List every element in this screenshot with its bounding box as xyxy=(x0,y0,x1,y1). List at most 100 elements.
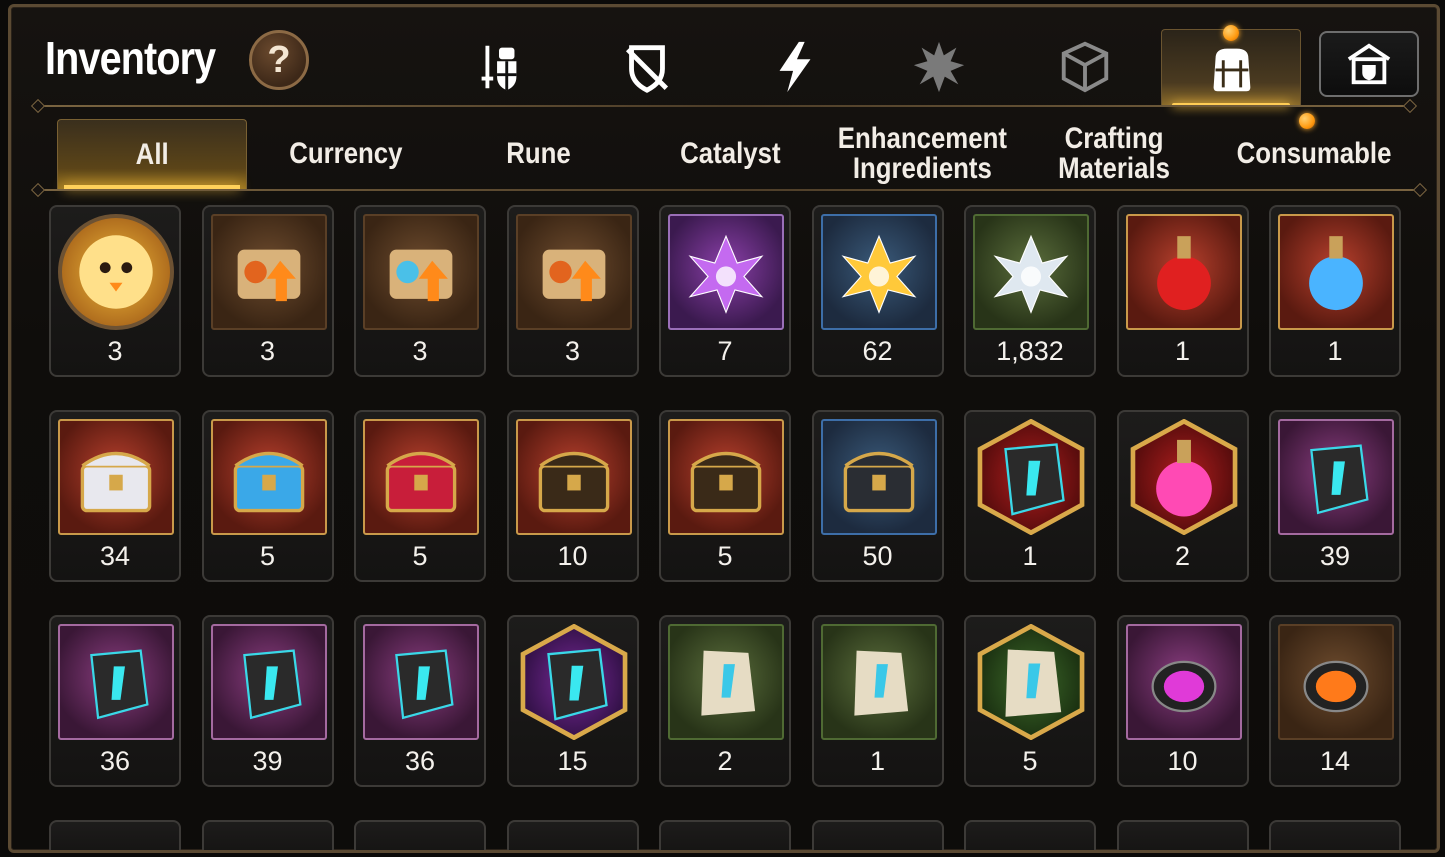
inventory-item-slot[interactable]: 34 xyxy=(49,410,181,582)
tab-label: Enhancement Ingredients xyxy=(837,122,1007,185)
tab-label: Rune xyxy=(505,137,571,170)
inventory-item-slot[interactable]: 39 xyxy=(1269,410,1401,582)
tab-dice[interactable] xyxy=(1015,29,1155,105)
inventory-item-slot[interactable]: 10 xyxy=(506,410,639,582)
inventory-item-slot[interactable] xyxy=(964,820,1096,850)
inventory-window: Inventory ? All Currency Rune Catalyst E… xyxy=(8,4,1440,853)
inventory-grid: 3 3 3 3 7 62 1,832 1 1 34 5 5 10 5 50 1 2 39 36 39 36 15 2 1 5 10… xyxy=(49,205,1409,850)
rainbow-scroll-upgrade-icon xyxy=(363,214,479,330)
purple-crystal-flower-icon xyxy=(668,214,784,330)
fire-scroll-upgrade-icon xyxy=(210,214,327,330)
tab-catalyst[interactable]: Catalyst xyxy=(635,119,825,189)
item-count: 15 xyxy=(557,746,588,776)
inventory-item-slot[interactable]: 7 xyxy=(659,205,791,377)
tab-crafting-materials[interactable]: Crafting Materials xyxy=(1019,119,1209,189)
sword-shield-icon xyxy=(481,45,517,91)
boot-rune-stone-icon xyxy=(363,624,479,740)
inventory-item-slot[interactable]: 36 xyxy=(354,615,486,787)
tab-rune[interactable]: Rune xyxy=(443,119,633,189)
inventory-item-slot[interactable]: 5 xyxy=(201,410,334,582)
chick-portrait-icon xyxy=(58,214,174,330)
red-box-icon xyxy=(363,419,479,535)
inventory-item-slot[interactable]: 2 xyxy=(659,615,791,787)
inventory-item-slot[interactable]: 10 xyxy=(1116,615,1249,787)
gold-crystal-flower-icon xyxy=(820,214,937,330)
tab-burst[interactable] xyxy=(869,29,1009,105)
inventory-item-slot[interactable] xyxy=(1269,820,1401,850)
inventory-item-slot[interactable] xyxy=(659,820,791,850)
inventory-item-slot[interactable]: 3 xyxy=(201,205,334,377)
tab-label: Catalyst xyxy=(679,137,781,170)
blue-chest-icon xyxy=(210,419,327,535)
item-count: 2 xyxy=(1174,541,1191,571)
white-chest-icon xyxy=(58,419,174,535)
inventory-item-slot[interactable]: 3 xyxy=(354,205,486,377)
item-count: 36 xyxy=(99,746,131,776)
red-potion-icon xyxy=(1125,214,1242,330)
star-rune-tablet-hex-icon xyxy=(973,624,1089,740)
inventory-item-slot[interactable] xyxy=(49,820,181,850)
inventory-item-slot[interactable]: 2 xyxy=(1116,410,1249,582)
red-rune-hex-icon xyxy=(973,419,1089,535)
item-count: 10 xyxy=(1167,746,1198,776)
inventory-item-slot[interactable]: 1 xyxy=(1269,205,1401,377)
tab-unequipped-gear[interactable] xyxy=(577,29,717,105)
inventory-item-slot[interactable]: 1,832 xyxy=(964,205,1096,377)
inventory-item-slot[interactable]: 3 xyxy=(506,205,639,377)
inventory-item-slot[interactable] xyxy=(354,820,486,850)
burst-figure-icon xyxy=(913,41,965,93)
inventory-item-slot[interactable]: 5 xyxy=(354,410,486,582)
inventory-item-slot[interactable] xyxy=(201,820,334,850)
scroll-upgrade-icon xyxy=(515,214,632,330)
pink-potion-hex-icon xyxy=(1126,419,1242,535)
inventory-item-slot[interactable]: 5 xyxy=(964,615,1096,787)
inventory-item-slot[interactable]: 5 xyxy=(659,410,791,582)
inventory-item-slot[interactable]: 36 xyxy=(49,615,181,787)
dice-icon xyxy=(1061,41,1109,93)
armor-rune-tablet-icon xyxy=(820,624,937,740)
tab-enhancement-ingredients[interactable]: Enhancement Ingredients xyxy=(827,119,1017,189)
tab-label: Crafting Materials xyxy=(1058,122,1170,185)
item-count: 39 xyxy=(252,746,283,776)
inventory-header: Inventory ? xyxy=(11,7,1437,107)
inventory-item-slot[interactable]: 50 xyxy=(811,410,944,582)
item-count: 3 xyxy=(412,336,428,366)
inventory-item-slot[interactable]: 39 xyxy=(201,615,334,787)
tab-consumable[interactable]: Consumable xyxy=(1211,119,1417,189)
inventory-item-slot[interactable]: 14 xyxy=(1269,615,1401,787)
item-count: 1 xyxy=(1022,541,1038,571)
tab-skills[interactable] xyxy=(725,29,865,105)
item-count: 3 xyxy=(259,336,276,366)
notification-dot xyxy=(1223,25,1239,41)
item-count: 3 xyxy=(107,336,123,366)
tab-currency[interactable]: Currency xyxy=(251,119,441,189)
inventory-item-slot[interactable] xyxy=(506,820,639,850)
inventory-item-slot[interactable] xyxy=(1116,820,1249,850)
star-rune-hex-icon xyxy=(516,624,632,740)
backpack-icon xyxy=(1213,48,1251,91)
inventory-item-slot[interactable]: 62 xyxy=(811,205,944,377)
item-count: 5 xyxy=(412,541,428,571)
sword-rune-tablet-icon xyxy=(668,624,784,740)
help-button[interactable]: ? xyxy=(249,30,309,90)
purple-gem-icon xyxy=(1125,624,1242,740)
inventory-item-slot[interactable]: 15 xyxy=(506,615,639,787)
category-tabs: All Currency Rune Catalyst Enhancement I… xyxy=(57,119,1417,189)
item-count: 1 xyxy=(1327,336,1343,366)
guild-shop-button[interactable] xyxy=(1319,31,1419,97)
tab-label: Consumable xyxy=(1236,137,1392,170)
inventory-item-slot[interactable] xyxy=(811,820,944,850)
item-count: 5 xyxy=(259,541,276,571)
tab-all[interactable]: All xyxy=(57,119,247,189)
inventory-item-slot[interactable]: 3 xyxy=(49,205,181,377)
tab-label: All xyxy=(135,137,169,171)
item-count: 14 xyxy=(1319,746,1351,776)
header-divider xyxy=(39,105,1409,107)
inventory-item-slot[interactable]: 1 xyxy=(964,410,1096,582)
inventory-item-slot[interactable]: 1 xyxy=(811,615,944,787)
item-count: 5 xyxy=(717,541,733,571)
tab-hero-gear[interactable] xyxy=(429,29,569,105)
item-count: 3 xyxy=(564,336,581,366)
tabs-divider xyxy=(39,189,1419,191)
inventory-item-slot[interactable]: 1 xyxy=(1116,205,1249,377)
